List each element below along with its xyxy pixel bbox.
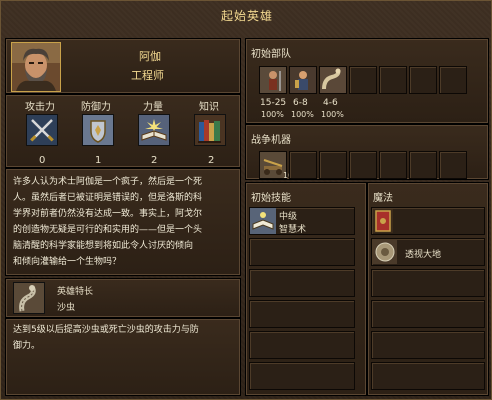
biography-line: 许多人认为术士阿伽是一个疯子，然后是一个死 — [13, 177, 203, 187]
biography-line: 人。虽然后者已被证明是错误的，但是洛斯的科 — [13, 193, 203, 203]
skill-name: 智慧术 — [279, 225, 307, 235]
army-slot-empty[interactable] — [349, 66, 377, 94]
war-machine-slot-empty[interactable] — [379, 151, 407, 179]
skill-slot-empty[interactable] — [249, 362, 355, 390]
shield-icon — [82, 114, 114, 146]
army-chance: 100% — [321, 110, 344, 119]
stat-value: 2 — [208, 155, 215, 166]
soldier-unit-icon — [260, 67, 286, 93]
view-earth-spell-icon — [373, 240, 397, 264]
magic-slot-empty[interactable] — [371, 331, 485, 359]
hero-window: 起始英雄 阿伽 工程师 攻击力 0 防御力 1 力量 2 知识 2 许多人认为术… — [0, 0, 492, 400]
wisdom-skill-icon — [250, 208, 276, 234]
stat-label: 攻击力 — [25, 102, 55, 113]
army-slot-empty[interactable] — [439, 66, 467, 94]
specialty-description-line: 达到5级以后提高沙虫或死亡沙虫的攻击力与防 — [13, 325, 199, 335]
sandworm-icon[interactable] — [13, 282, 45, 314]
spellbook-red-icon — [373, 209, 393, 233]
window-title: 起始英雄 — [220, 9, 273, 23]
biography-line: 和倾向灌输给一个生物吗？ — [13, 257, 122, 267]
army-count: 15-25 — [260, 98, 287, 108]
biography-line: 学界对前者仍然没有达成一致。事实上，阿戈尔 — [13, 209, 203, 219]
books-icon — [194, 114, 226, 146]
magic-header: 魔法 — [373, 193, 393, 204]
specialty-name: 沙虫 — [57, 303, 76, 313]
magic-slot-empty[interactable] — [371, 362, 485, 390]
stat-label: 防御力 — [81, 102, 111, 113]
army-count: 6-8 — [293, 98, 308, 108]
specialty-description-line: 御力。 — [13, 341, 41, 351]
army-chance: 100% — [261, 110, 284, 119]
army-header: 初始部队 — [251, 49, 291, 60]
war-machine-slot-empty[interactable] — [349, 151, 377, 179]
hero-portrait[interactable] — [11, 42, 61, 92]
skill-slot-empty[interactable] — [249, 238, 355, 266]
skill-slot-empty[interactable] — [249, 300, 355, 328]
army-count: 4-6 — [323, 98, 338, 108]
skills-header: 初始技能 — [251, 193, 291, 204]
skill-slot-empty[interactable] — [249, 331, 355, 359]
biography-text: 许多人认为术士阿伽是一个疯子，然后是一个死 人。虽然后者已被证明是错误的，但是洛… — [13, 174, 202, 270]
specialty-description: 达到5级以后提高沙虫或死亡沙虫的攻击力与防 御力。 — [13, 322, 199, 354]
biography-line: 的创造物无疑是可行的和实用的——但是一个头 — [13, 225, 203, 235]
hero-name: 阿伽 — [139, 50, 161, 63]
magic-slot-empty[interactable] — [371, 269, 485, 297]
spellbook-icon — [138, 114, 170, 146]
biography-line: 脑清醒的科学家能想到将如此令人讨厌的倾向 — [13, 241, 194, 251]
war-machines-header: 战争机器 — [251, 135, 291, 146]
army-chance: 100% — [291, 110, 314, 119]
army-slot-empty[interactable] — [409, 66, 437, 94]
skill-level: 中级 — [279, 212, 298, 222]
crossed-swords-icon — [26, 114, 58, 146]
stat-value: 0 — [39, 155, 46, 166]
magic-slot-empty[interactable] — [371, 300, 485, 328]
war-machine-slot-empty[interactable] — [319, 151, 347, 179]
stat-label: 力量 — [143, 102, 163, 113]
war-machine-slot-empty[interactable] — [409, 151, 437, 179]
magic-spell-name: 透视大地 — [405, 250, 442, 260]
army-slot-empty[interactable] — [379, 66, 407, 94]
warrior-unit-icon — [290, 67, 316, 93]
war-machine-slot-empty[interactable] — [289, 151, 317, 179]
skill-slot-empty[interactable] — [249, 269, 355, 297]
hero-class: 工程师 — [131, 69, 164, 82]
war-machine-slot-empty[interactable] — [439, 151, 467, 179]
stat-value: 2 — [151, 155, 158, 166]
sandworm-unit-icon — [320, 67, 346, 93]
specialty-header: 英雄特长 — [57, 287, 94, 297]
stat-value: 1 — [95, 155, 102, 166]
stat-label: 知识 — [199, 102, 219, 113]
